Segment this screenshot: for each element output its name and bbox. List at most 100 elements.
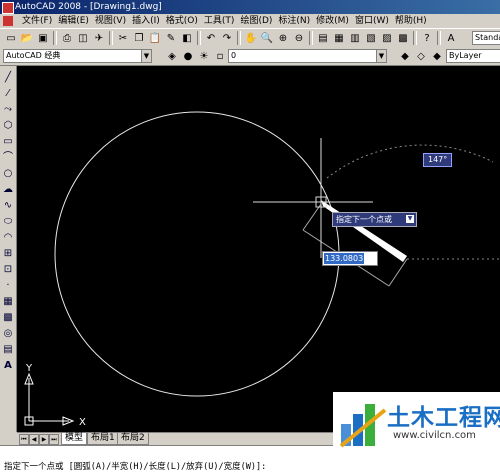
lock-icon[interactable]: ▫ <box>213 49 227 63</box>
insert-block-icon[interactable]: ⊞ <box>2 248 14 260</box>
building-logo-icon <box>339 404 387 448</box>
window-title: AutoCAD 2008 - [Drawing1.dwg] <box>15 2 162 12</box>
design-center-icon[interactable]: ▦ <box>332 31 346 45</box>
make-block-icon[interactable]: ⊡ <box>2 264 14 276</box>
angle-tooltip: 147° <box>423 153 453 167</box>
separator <box>237 31 241 45</box>
menu-insert[interactable]: 插入(I) <box>129 14 163 28</box>
menu-modify[interactable]: 修改(M) <box>313 14 352 28</box>
zoom-previous-icon[interactable]: ⊖ <box>292 31 306 45</box>
calculator-icon[interactable]: ▩ <box>396 31 410 45</box>
match-properties-icon[interactable]: ✎ <box>164 31 178 45</box>
tab-layout2[interactable]: 布局2 <box>117 433 149 445</box>
text-style-icon[interactable]: A <box>444 31 458 45</box>
pan-icon[interactable]: ✋ <box>244 31 258 45</box>
menu-view[interactable]: 视图(V) <box>92 14 129 28</box>
watermark-url: www.civilcn.com <box>393 430 476 441</box>
sheet-set-icon[interactable]: ▧ <box>364 31 378 45</box>
chevron-down-icon[interactable]: ▼ <box>376 50 386 62</box>
dynamic-prompt-tooltip[interactable]: 指定下一个点或 ▼ <box>332 212 417 227</box>
separator <box>197 31 201 45</box>
point-tool-icon[interactable]: · <box>2 280 14 292</box>
new-file-icon[interactable]: ▭ <box>4 31 18 45</box>
next-tab-icon[interactable]: ▶ <box>39 434 49 445</box>
drawn-circle[interactable] <box>54 111 340 397</box>
previous-tab-icon[interactable]: ◀ <box>29 434 39 445</box>
construction-line-icon[interactable]: ⁄ <box>2 88 14 100</box>
workspace-value: AutoCAD 经典 <box>6 51 61 60</box>
menu-draw[interactable]: 绘图(D) <box>237 14 275 28</box>
polyline-tool-icon[interactable]: ⤳ <box>2 104 14 116</box>
preview-icon[interactable]: ◫ <box>76 31 90 45</box>
undo-icon[interactable]: ↶ <box>204 31 218 45</box>
layer-combo[interactable]: 0 ▼ <box>228 49 387 63</box>
text-style-combo[interactable]: Standa <box>472 31 500 45</box>
drawing-canvas[interactable]: Y X 147° 指定下一个点或 ▼ 133.0803 <box>17 66 500 432</box>
layer-previous-icon[interactable]: ◇ <box>414 49 428 63</box>
redo-icon[interactable]: ↷ <box>220 31 234 45</box>
menu-format[interactable]: 格式(O) <box>163 14 201 28</box>
tool-palettes-icon[interactable]: ▥ <box>348 31 362 45</box>
tab-layout1[interactable]: 布局1 <box>87 433 119 445</box>
chevron-down-icon[interactable]: ▼ <box>406 215 414 223</box>
paste-icon[interactable]: 📋 <box>148 31 162 45</box>
layer-manager-icon[interactable]: ◈ <box>165 49 179 63</box>
gradient-tool-icon[interactable]: ▩ <box>2 312 14 324</box>
linetype-combo[interactable]: ByLayer <box>446 49 500 63</box>
circle-tool-icon[interactable]: ○ <box>2 168 14 180</box>
copy-icon[interactable]: ❐ <box>132 31 146 45</box>
document-icon[interactable] <box>3 16 13 26</box>
zoom-realtime-icon[interactable]: 🔍 <box>260 31 274 45</box>
layer-state-icon[interactable]: ◆ <box>430 49 444 63</box>
separator <box>413 31 417 45</box>
block-editor-icon[interactable]: ◧ <box>180 31 194 45</box>
workspace-combo[interactable]: AutoCAD 经典 ▼ <box>3 49 152 63</box>
table-tool-icon[interactable]: ▤ <box>2 344 14 356</box>
ellipse-tool-icon[interactable]: ⬭ <box>2 216 14 228</box>
length-input-field[interactable]: 133.0803 <box>322 251 378 266</box>
save-icon[interactable]: ▣ <box>36 31 50 45</box>
first-tab-icon[interactable]: ⏮ <box>19 434 29 445</box>
line-tool-icon[interactable]: ╱ <box>2 72 14 84</box>
hatch-tool-icon[interactable]: ▦ <box>2 296 14 308</box>
ellipse-arc-icon[interactable]: ◠ <box>2 232 14 244</box>
draw-toolbar: ╱ ⁄ ⤳ ⬡ ▭ ⌒ ○ ☁ ∿ ⬭ ◠ ⊞ ⊡ · ▦ ▩ ◎ ▤ A <box>0 66 17 432</box>
menu-tools[interactable]: 工具(T) <box>201 14 238 28</box>
markup-icon[interactable]: ▨ <box>380 31 394 45</box>
polygon-tool-icon[interactable]: ⬡ <box>2 120 14 132</box>
region-tool-icon[interactable]: ◎ <box>2 328 14 340</box>
chevron-down-icon[interactable]: ▼ <box>141 50 151 62</box>
menu-bar: 文件(F) 编辑(E) 视图(V) 插入(I) 格式(O) 工具(T) 绘图(D… <box>0 14 500 28</box>
autocad-app-icon <box>2 2 14 14</box>
ucs-x-label: X <box>79 417 86 428</box>
help-icon[interactable]: ? <box>420 31 434 45</box>
light-bulb-icon[interactable]: ● <box>181 49 195 63</box>
revision-cloud-icon[interactable]: ☁ <box>2 184 14 196</box>
command-line-text: 指定下一个点或 [圆弧(A)/半宽(H)/长度(L)/放弃(U)/宽度(W)]: <box>4 462 267 472</box>
ucs-y-label: Y <box>25 363 33 374</box>
menu-dimension[interactable]: 标注(N) <box>275 14 313 28</box>
title-bar: AutoCAD 2008 - [Drawing1.dwg] <box>0 0 500 14</box>
last-tab-icon[interactable]: ⏭ <box>49 434 59 445</box>
watermark-logo: 土木工程网 www.civilcn.com <box>333 392 500 456</box>
spline-tool-icon[interactable]: ∿ <box>2 200 14 212</box>
menu-window[interactable]: 窗口(W) <box>352 14 392 28</box>
menu-edit[interactable]: 编辑(E) <box>55 14 92 28</box>
publish-icon[interactable]: ✈ <box>92 31 106 45</box>
menu-file[interactable]: 文件(F) <box>19 14 55 28</box>
multiline-text-icon[interactable]: A <box>2 360 14 372</box>
linetype-value: ByLayer <box>449 51 482 60</box>
arc-tool-icon[interactable]: ⌒ <box>2 152 14 164</box>
rectangle-tool-icon[interactable]: ▭ <box>2 136 14 148</box>
separator <box>109 31 113 45</box>
properties-icon[interactable]: ▤ <box>316 31 330 45</box>
sun-icon[interactable]: ☀ <box>197 49 211 63</box>
make-current-icon[interactable]: ◆ <box>398 49 412 63</box>
tab-model[interactable]: 模型 <box>61 433 88 445</box>
open-folder-icon[interactable]: 📂 <box>20 31 34 45</box>
dimension-extension-2 <box>388 258 408 287</box>
menu-help[interactable]: 帮助(H) <box>392 14 430 28</box>
cut-icon[interactable]: ✂ <box>116 31 130 45</box>
print-icon[interactable]: ⎙ <box>60 31 74 45</box>
zoom-window-icon[interactable]: ⊕ <box>276 31 290 45</box>
